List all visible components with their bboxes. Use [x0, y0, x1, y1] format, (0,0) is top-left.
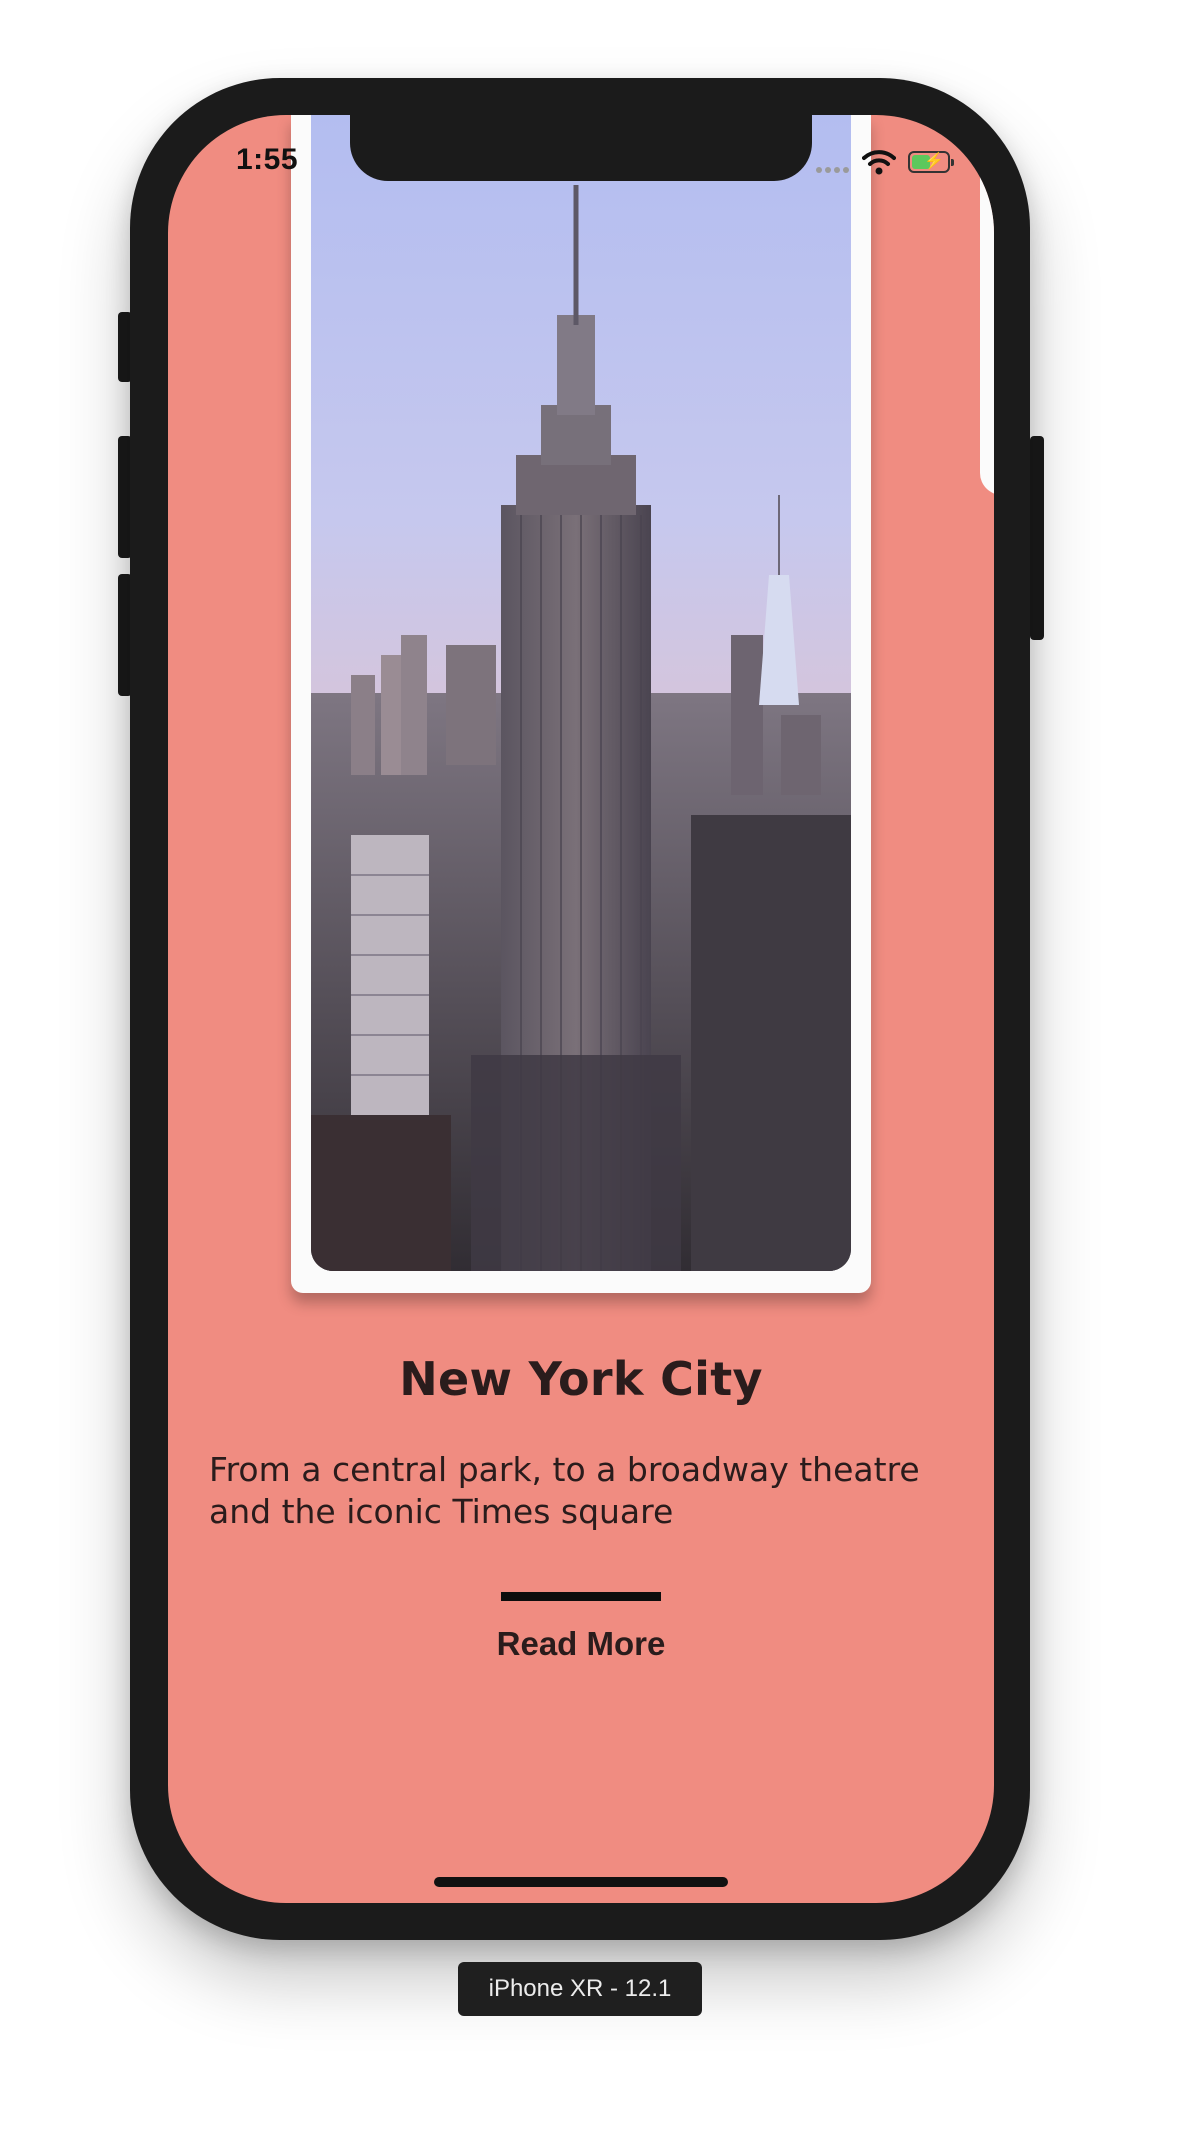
wifi-icon [862, 149, 896, 180]
notch [350, 115, 812, 181]
read-more-divider [501, 1592, 661, 1601]
read-more-button[interactable]: Read More [168, 1625, 994, 1663]
battery-charging-icon: ⚡ [908, 151, 954, 173]
simulator-device-label: iPhone XR - 12.1 [458, 1962, 702, 2016]
iphone-frame: 1:55 ⚡ New York City From a central park… [130, 78, 1030, 1940]
power-button [1030, 436, 1044, 640]
home-indicator[interactable] [434, 1877, 728, 1887]
status-time: 1:55 [236, 143, 299, 176]
city-card[interactable] [291, 115, 871, 1293]
city-title: New York City [399, 1352, 763, 1406]
signal-icon [816, 160, 852, 178]
city-description: From a central park, to a broadway theat… [209, 1450, 920, 1531]
app-screen: 1:55 ⚡ New York City From a central park… [168, 115, 994, 1903]
next-card-peek[interactable] [980, 115, 994, 495]
status-indicators: ⚡ [816, 149, 956, 177]
city-photo [311, 115, 851, 1271]
